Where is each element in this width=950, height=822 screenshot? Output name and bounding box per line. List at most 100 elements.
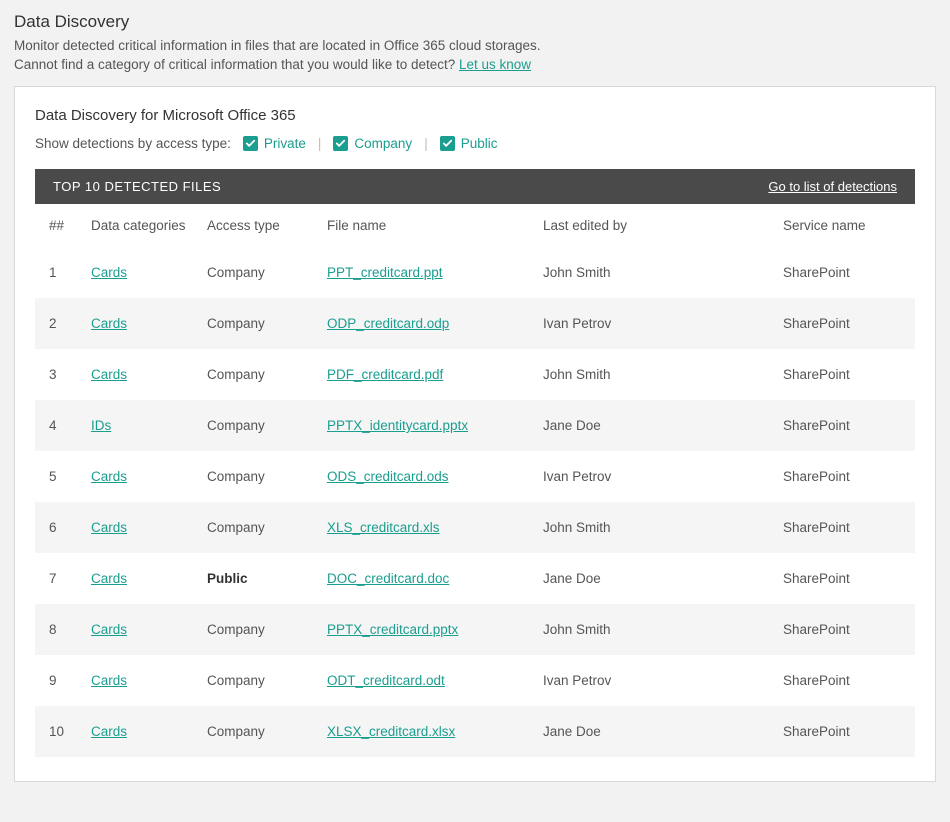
file-link[interactable]: ODS_creditcard.ods: [327, 469, 449, 484]
cell-service-name: SharePoint: [773, 502, 915, 553]
cell-category: Cards: [81, 553, 197, 604]
table-bar-title: TOP 10 DETECTED FILES: [53, 179, 221, 194]
cell-index: 2: [35, 298, 81, 349]
cell-category: Cards: [81, 451, 197, 502]
cell-last-edited-by: Ivan Petrov: [533, 298, 773, 349]
cell-category: Cards: [81, 655, 197, 706]
filter-checkbox-public[interactable]: Public: [440, 136, 498, 151]
cell-last-edited-by: Ivan Petrov: [533, 655, 773, 706]
cell-service-name: SharePoint: [773, 451, 915, 502]
table-row: 7CardsPublicDOC_creditcard.docJane DoeSh…: [35, 553, 915, 604]
cell-category: Cards: [81, 706, 197, 757]
category-link[interactable]: Cards: [91, 469, 127, 484]
cell-service-name: SharePoint: [773, 706, 915, 757]
category-link[interactable]: Cards: [91, 316, 127, 331]
cell-access-type: Company: [197, 400, 317, 451]
cell-file-name: DOC_creditcard.doc: [317, 553, 533, 604]
filter-checkbox-label: Public: [461, 136, 498, 151]
filter-label: Show detections by access type:: [35, 136, 231, 151]
page-subtitle-secondary: Cannot find a category of critical infor…: [14, 57, 936, 72]
panel-title: Data Discovery for Microsoft Office 365: [35, 107, 915, 124]
file-link[interactable]: PPTX_identitycard.pptx: [327, 418, 468, 433]
cell-index: 9: [35, 655, 81, 706]
cell-file-name: PPT_creditcard.ppt: [317, 247, 533, 298]
cell-file-name: ODT_creditcard.odt: [317, 655, 533, 706]
filter-separator: |: [318, 136, 322, 151]
detections-table: ## Data categories Access type File name…: [35, 204, 915, 757]
filter-checkbox-label: Company: [354, 136, 412, 151]
category-link[interactable]: IDs: [91, 418, 111, 433]
cell-last-edited-by: John Smith: [533, 247, 773, 298]
cell-file-name: PDF_creditcard.pdf: [317, 349, 533, 400]
filter-checkbox-company[interactable]: Company: [333, 136, 412, 151]
cell-last-edited-by: Jane Doe: [533, 706, 773, 757]
category-link[interactable]: Cards: [91, 265, 127, 280]
category-link[interactable]: Cards: [91, 724, 127, 739]
checkmark-icon: [243, 136, 258, 151]
go-to-detections-link[interactable]: Go to list of detections: [768, 179, 897, 194]
cell-service-name: SharePoint: [773, 247, 915, 298]
cell-access-type: Company: [197, 298, 317, 349]
cell-index: 3: [35, 349, 81, 400]
col-header-index: ##: [35, 204, 81, 247]
file-link[interactable]: XLS_creditcard.xls: [327, 520, 440, 535]
cell-file-name: PPTX_identitycard.pptx: [317, 400, 533, 451]
cell-access-type: Company: [197, 604, 317, 655]
cell-access-type: Company: [197, 502, 317, 553]
category-link[interactable]: Cards: [91, 520, 127, 535]
filter-checkbox-label: Private: [264, 136, 306, 151]
cell-last-edited-by: Jane Doe: [533, 553, 773, 604]
category-link[interactable]: Cards: [91, 571, 127, 586]
cell-service-name: SharePoint: [773, 604, 915, 655]
cell-category: Cards: [81, 247, 197, 298]
page-subtitle: Monitor detected critical information in…: [14, 38, 936, 53]
cell-index: 5: [35, 451, 81, 502]
col-header-access: Access type: [197, 204, 317, 247]
file-link[interactable]: PPT_creditcard.ppt: [327, 265, 443, 280]
file-link[interactable]: XLSX_creditcard.xlsx: [327, 724, 455, 739]
cell-service-name: SharePoint: [773, 349, 915, 400]
cell-category: IDs: [81, 400, 197, 451]
col-header-service: Service name: [773, 204, 915, 247]
let-us-know-link[interactable]: Let us know: [459, 57, 531, 72]
cell-access-type: Company: [197, 451, 317, 502]
cell-index: 8: [35, 604, 81, 655]
cell-access-type: Company: [197, 247, 317, 298]
table-row: 4 IDs Company PPTX_identitycard.pptx Jane Do…: [35, 400, 915, 451]
table-row: 8 Cards Company PPTX_creditcard.pptx John Sm…: [35, 604, 915, 655]
cell-category: Cards: [81, 298, 197, 349]
cell-file-name: XLSX_creditcard.xlsx: [317, 706, 533, 757]
col-header-file: File name: [317, 204, 533, 247]
cell-category: Cards: [81, 604, 197, 655]
cell-index: 1: [35, 247, 81, 298]
category-link[interactable]: Cards: [91, 673, 127, 688]
cell-file-name: PPTX_creditcard.pptx: [317, 604, 533, 655]
cell-access-type: Public: [197, 553, 317, 604]
cell-service-name: SharePoint: [773, 553, 915, 604]
file-link[interactable]: ODT_creditcard.odt: [327, 673, 445, 688]
cell-category: Cards: [81, 502, 197, 553]
file-link[interactable]: PPTX_creditcard.pptx: [327, 622, 458, 637]
col-header-category: Data categories: [81, 204, 197, 247]
cell-last-edited-by: Jane Doe: [533, 400, 773, 451]
file-link[interactable]: DOC_creditcard.doc: [327, 571, 449, 586]
filter-checkbox-private[interactable]: Private: [243, 136, 306, 151]
file-link[interactable]: PDF_creditcard.pdf: [327, 367, 443, 382]
category-link[interactable]: Cards: [91, 622, 127, 637]
table-row: 1 Cards Company PPT_creditcard.ppt John Smit…: [35, 247, 915, 298]
access-type-filter-row: Show detections by access type: Private …: [35, 136, 915, 151]
cell-access-type: Company: [197, 706, 317, 757]
cell-last-edited-by: John Smith: [533, 349, 773, 400]
filter-separator: |: [424, 136, 428, 151]
cell-index: 4: [35, 400, 81, 451]
cell-service-name: SharePoint: [773, 400, 915, 451]
cell-last-edited-by: Ivan Petrov: [533, 451, 773, 502]
cell-last-edited-by: John Smith: [533, 604, 773, 655]
cell-service-name: SharePoint: [773, 298, 915, 349]
table-row: 9CardsCompanyODT_creditcard.odtIvan Petr…: [35, 655, 915, 706]
category-link[interactable]: Cards: [91, 367, 127, 382]
table-row: 3CardsCompanyPDF_creditcard.pdfJohn Smit…: [35, 349, 915, 400]
table-row: 2 Cards Company ODP_creditcard.odp Ivan Petr…: [35, 298, 915, 349]
file-link[interactable]: ODP_creditcard.odp: [327, 316, 449, 331]
table-row: 10CardsCompanyXLSX_creditcard.xlsxJane D…: [35, 706, 915, 757]
